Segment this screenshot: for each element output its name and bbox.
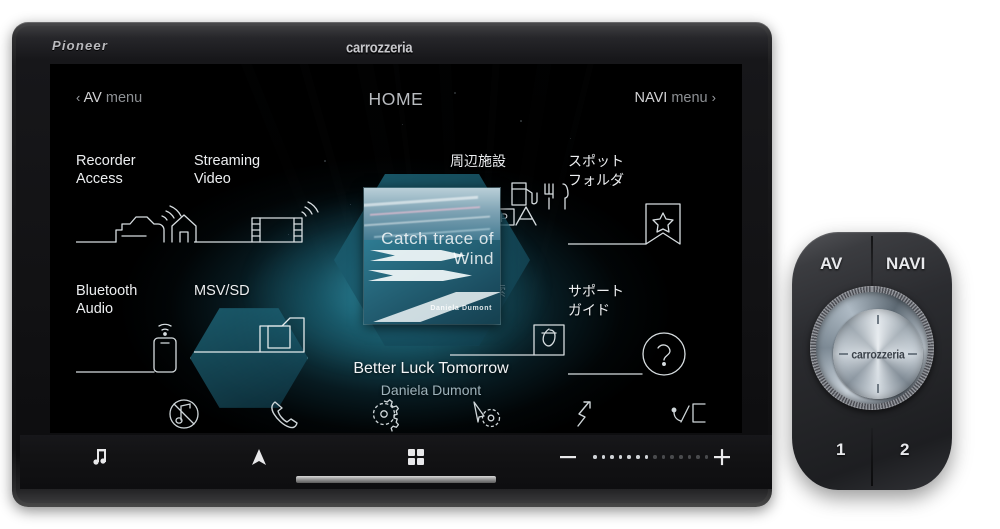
pioneer-logo: Pioneer: [52, 38, 109, 53]
dial-tick-right: [908, 353, 917, 355]
music-key[interactable]: [90, 443, 112, 471]
remote-controller[interactable]: AV NAVI carrozzeria 1 2: [792, 232, 952, 490]
remote-button-1[interactable]: 1: [836, 440, 845, 460]
tile-support-guide[interactable]: サポート ガイド: [568, 282, 718, 378]
volume-dot: [610, 455, 614, 459]
dial-carrozzeria-logo: carrozzeria: [851, 348, 905, 362]
dial-tick-up: [877, 315, 879, 324]
film-wifi-streaming-icon: [194, 194, 344, 246]
volume-dot: [696, 455, 700, 459]
volume-dot: [593, 455, 597, 459]
navigation-key[interactable]: [248, 443, 270, 471]
volume-level-indicator[interactable]: [593, 455, 711, 461]
tile-spot-folder[interactable]: スポット フォルダ: [568, 152, 718, 248]
phone-icon[interactable]: [262, 394, 306, 433]
forward-chevron-icon: ›: [711, 90, 716, 105]
question-circle-icon: [568, 326, 718, 378]
album-artwork[interactable]: Catch trace of Wind Daniela Dumont: [364, 188, 500, 324]
rear-camera-icon[interactable]: [662, 394, 706, 433]
volume-dot: [601, 455, 606, 459]
artwork-title: Catch trace of Wind: [381, 228, 494, 268]
device-bottom-notch: [296, 476, 496, 483]
volume-dot: [653, 455, 657, 459]
volume-dot: [627, 455, 631, 459]
volume-down-key[interactable]: [558, 443, 578, 471]
volume-dot: [644, 455, 649, 459]
dial-tick-down: [877, 384, 879, 393]
volume-dot: [661, 455, 666, 459]
shortcut-icon-strip: [50, 394, 742, 433]
carrozzeria-logo: carrozzeria: [346, 38, 413, 57]
tile-streaming-video[interactable]: Streaming Video: [194, 152, 344, 246]
route-arrow-icon[interactable]: [562, 394, 606, 433]
dial-ring: carrozzeria: [816, 292, 928, 404]
tile-label: サポート ガイド: [568, 283, 624, 318]
remote-rotary-dial[interactable]: carrozzeria: [810, 286, 934, 410]
remote-button-2[interactable]: 2: [900, 440, 909, 460]
hardware-key-bar: [20, 435, 772, 489]
remote-av-button[interactable]: AV: [820, 254, 842, 274]
volume-dot: [687, 455, 692, 459]
tile-label: Streaming Video: [194, 153, 261, 187]
tile-label: MSV/SD: [194, 283, 250, 299]
now-playing-title: Better Luck Tomorrow: [353, 360, 509, 377]
volume-up-key[interactable]: [712, 443, 732, 471]
navigation-settings-icon[interactable]: [462, 394, 506, 433]
bookmark-star-icon: [568, 196, 718, 248]
navi-menu-label: NAVI: [634, 90, 668, 106]
volume-dot: [618, 455, 623, 459]
volume-dot: [679, 455, 683, 459]
artwork-artist: Daniela Dumont: [430, 305, 492, 312]
head-unit-bezel: Pioneer carrozzeria ‹ AV menu HOME NAVI …: [16, 26, 772, 503]
touchscreen-display[interactable]: ‹ AV menu HOME NAVI menu › Recorder Acce…: [50, 64, 742, 433]
head-unit-device: Pioneer carrozzeria ‹ AV menu HOME NAVI …: [12, 22, 772, 507]
navi-menu-button[interactable]: NAVI menu ›: [635, 90, 716, 106]
volume-dot: [704, 455, 709, 459]
apps-key[interactable]: [406, 443, 426, 471]
bezel-top-strip: Pioneer carrozzeria: [16, 26, 768, 64]
volume-dot: [636, 455, 640, 459]
navi-menu-sublabel: menu: [671, 90, 708, 106]
mute-music-icon[interactable]: [162, 394, 206, 433]
sd-card-icon: [194, 306, 344, 358]
tile-msv-sd[interactable]: MSV/SD: [190, 282, 344, 408]
volume-dot: [670, 455, 674, 459]
screen-topbar: ‹ AV menu HOME NAVI menu ›: [50, 64, 742, 109]
remote-divider-bottom: [871, 428, 873, 486]
dial-face[interactable]: carrozzeria: [833, 309, 923, 399]
album-art-panel[interactable]: Catch trace of Wind Daniela Dumont: [334, 174, 530, 346]
dial-tick-left: [839, 353, 848, 355]
gear-icon[interactable]: [362, 394, 406, 433]
remote-navi-button[interactable]: NAVI: [886, 254, 925, 274]
tile-label: スポット フォルダ: [568, 153, 624, 188]
screenshot-root: Pioneer carrozzeria ‹ AV menu HOME NAVI …: [0, 0, 1000, 529]
now-playing-info: Better Luck Tomorrow Daniela Dumont: [286, 360, 576, 398]
